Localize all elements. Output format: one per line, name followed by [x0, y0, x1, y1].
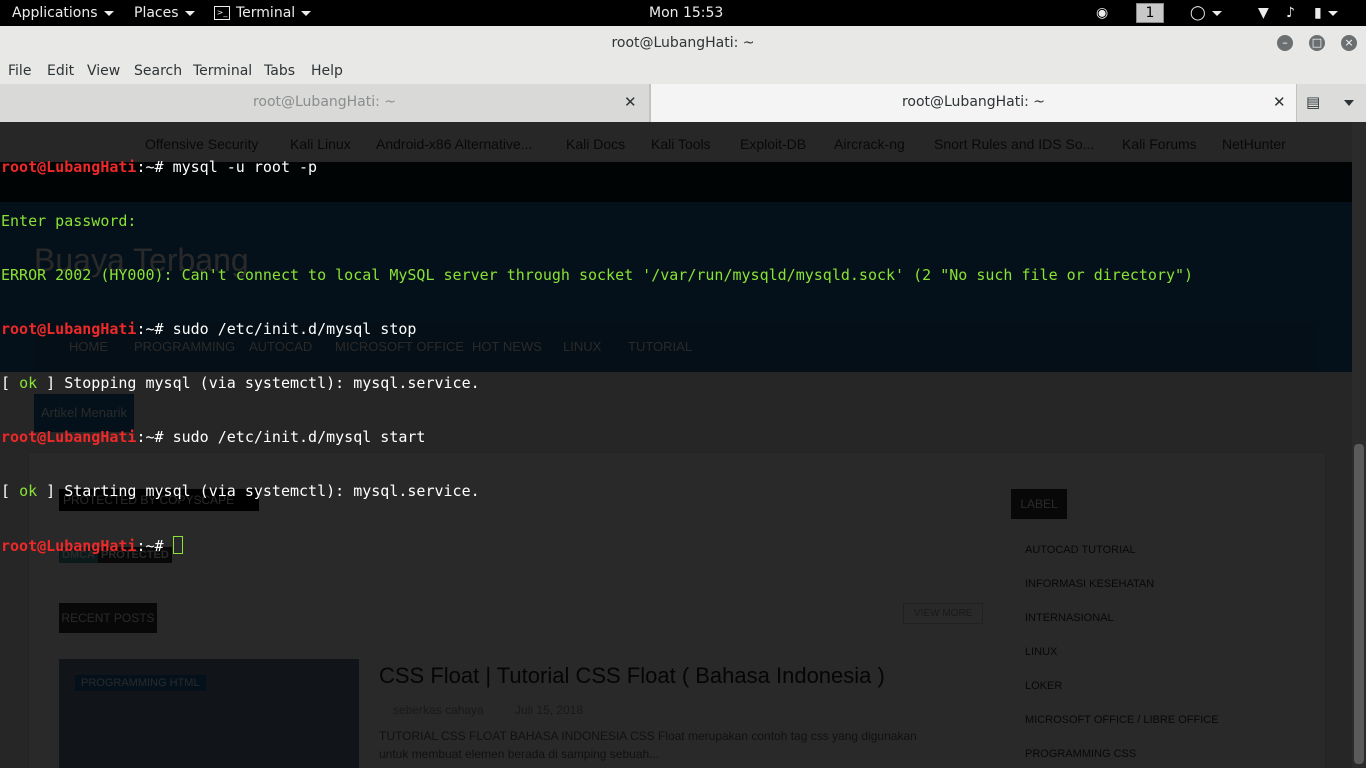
menu-terminal[interactable]: Terminal	[193, 60, 252, 82]
prompt-user: root@LubangHati	[1, 320, 137, 338]
output-text: ERROR 2002 (HY000): Can't connect to loc…	[1, 266, 1194, 284]
terminal-icon: >_	[214, 6, 230, 20]
prompt-user: root@LubangHati	[1, 428, 137, 446]
output-text: Starting mysql (via systemctl): mysql.se…	[55, 482, 480, 500]
label-item: LOKER	[1025, 680, 1063, 692]
label-item: LINUX	[1025, 646, 1058, 658]
app-menu[interactable]: >_ Terminal	[214, 0, 312, 26]
terminal-cursor	[172, 536, 183, 554]
prompt-path: :~#	[136, 537, 164, 555]
ok-close: ]	[37, 374, 56, 392]
close-icon[interactable]: ✕	[624, 84, 637, 120]
close-button[interactable]: ×	[1341, 35, 1357, 51]
chevron-down-icon	[1211, 10, 1222, 16]
window-title: root@LubangHati: ~	[611, 35, 755, 51]
label-item: PROGRAMMING CSS	[1025, 748, 1137, 760]
menu-view[interactable]: View	[87, 60, 120, 82]
volume-icon[interactable]: ♪	[1286, 0, 1295, 26]
ok-close: ]	[37, 482, 56, 500]
terminal-area[interactable]: Offensive Security Kali Linux Android-x8…	[0, 122, 1366, 768]
wifi-icon[interactable]: ▼	[1258, 0, 1269, 26]
bookmark: NetHunter	[1222, 136, 1286, 152]
terminal-output: root@LubangHati:~# mysql -u root -p Ente…	[1, 122, 1193, 591]
output-text: Enter password:	[1, 212, 146, 230]
battery-icon[interactable]: ▮	[1314, 0, 1338, 26]
terminal-line: Enter password:	[1, 212, 1193, 230]
close-icon[interactable]: ✕	[1273, 84, 1286, 120]
prompt-user: root@LubangHati	[1, 158, 137, 176]
clock[interactable]: Mon 15:53	[649, 0, 723, 26]
menu-file[interactable]: File	[8, 60, 31, 82]
tab-tools: ▤	[1296, 84, 1366, 122]
recent-posts-heading: RECENT POSTS	[59, 603, 157, 633]
label-item: INTERNASIONAL	[1025, 612, 1114, 624]
window-titlebar[interactable]: root@LubangHati: ~ – □ ×	[0, 26, 1366, 61]
tab-2[interactable]: root@LubangHati: ~ ✕	[650, 84, 1297, 122]
applications-menu[interactable]: Applications	[12, 0, 114, 26]
menu-bar: File Edit View Search Terminal Tabs Help	[0, 60, 1366, 85]
chevron-down-icon	[301, 10, 312, 16]
chevron-down-icon	[103, 10, 114, 16]
chevron-down-icon	[1327, 10, 1338, 16]
post-author: seberkas cahaya	[393, 703, 484, 717]
ok-open: [	[1, 482, 20, 500]
applications-label: Applications	[12, 5, 98, 21]
chevron-down-icon	[184, 10, 195, 16]
new-tab-icon[interactable]: ▤	[1306, 93, 1320, 111]
command-text: mysql -u root -p	[163, 158, 318, 176]
terminal-line: root@LubangHati:~# sudo /etc/init.d/mysq…	[1, 428, 1193, 446]
accessibility-icon[interactable]: ◯	[1190, 0, 1222, 26]
post-excerpt-line1: TUTORIAL CSS FLOAT BAHASA INDONESIA CSS …	[379, 729, 917, 743]
terminal-line: root@LubangHati:~#	[1, 536, 1193, 555]
tab-label: root@LubangHati: ~	[252, 94, 397, 110]
terminal-line: ERROR 2002 (HY000): Can't connect to loc…	[1, 266, 1193, 284]
output-text: Stopping mysql (via systemctl): mysql.se…	[55, 374, 480, 392]
places-menu[interactable]: Places	[134, 0, 195, 26]
top-panel: Applications Places >_ Terminal Mon 15:53…	[0, 0, 1366, 26]
tab-label: root@LubangHati: ~	[901, 94, 1046, 110]
command-text: sudo /etc/init.d/mysql stop	[163, 320, 417, 338]
post-thumbnail: PROGRAMMING HTML	[59, 659, 359, 768]
post-date: Juli 15, 2018	[515, 703, 584, 717]
prompt-user: root@LubangHati	[1, 537, 137, 555]
menu-tabs[interactable]: Tabs	[264, 60, 295, 82]
maximize-button[interactable]: □	[1309, 35, 1325, 51]
post-category: PROGRAMMING HTML	[75, 675, 206, 691]
scrollbar-thumb[interactable]	[1354, 444, 1364, 764]
menu-help[interactable]: Help	[311, 60, 343, 82]
prompt-path: :~#	[136, 158, 164, 176]
terminal-line: [ ok ] Stopping mysql (via systemctl): m…	[1, 374, 1193, 392]
places-label: Places	[134, 5, 179, 21]
minimize-button[interactable]: –	[1277, 35, 1293, 51]
label-item: MICROSOFT OFFICE / LIBRE OFFICE	[1025, 714, 1219, 726]
ok-word: ok	[19, 374, 38, 392]
prompt-path: :~#	[136, 320, 164, 338]
tab-list-chevron-icon[interactable]	[1344, 100, 1354, 106]
command-text: sudo /etc/init.d/mysql start	[163, 428, 426, 446]
video-camera-icon[interactable]: ◉	[1096, 0, 1108, 26]
post-excerpt-line2: untuk membuat elemen berada di samping s…	[379, 747, 660, 761]
terminal-line: [ ok ] Starting mysql (via systemctl): m…	[1, 482, 1193, 500]
terminal-line: root@LubangHati:~# mysql -u root -p	[1, 158, 1193, 176]
tab-bar: root@LubangHati: ~ ✕ root@LubangHati: ~ …	[0, 84, 1366, 123]
tab-1[interactable]: root@LubangHati: ~ ✕	[0, 84, 650, 122]
app-label: Terminal	[236, 5, 296, 21]
menu-search[interactable]: Search	[134, 60, 182, 82]
terminal-line: root@LubangHati:~# sudo /etc/init.d/mysq…	[1, 320, 1193, 338]
prompt-path: :~#	[136, 428, 164, 446]
view-more-button: VIEW MORE	[903, 603, 984, 624]
ok-open: [	[1, 374, 20, 392]
post-title: CSS Float | Tutorial CSS Float ( Bahasa …	[379, 663, 885, 688]
terminal-scrollbar[interactable]	[1352, 122, 1366, 768]
workspace-indicator[interactable]: 1	[1136, 3, 1164, 23]
command-text	[164, 537, 173, 555]
menu-edit[interactable]: Edit	[47, 60, 74, 82]
ok-word: ok	[19, 482, 38, 500]
